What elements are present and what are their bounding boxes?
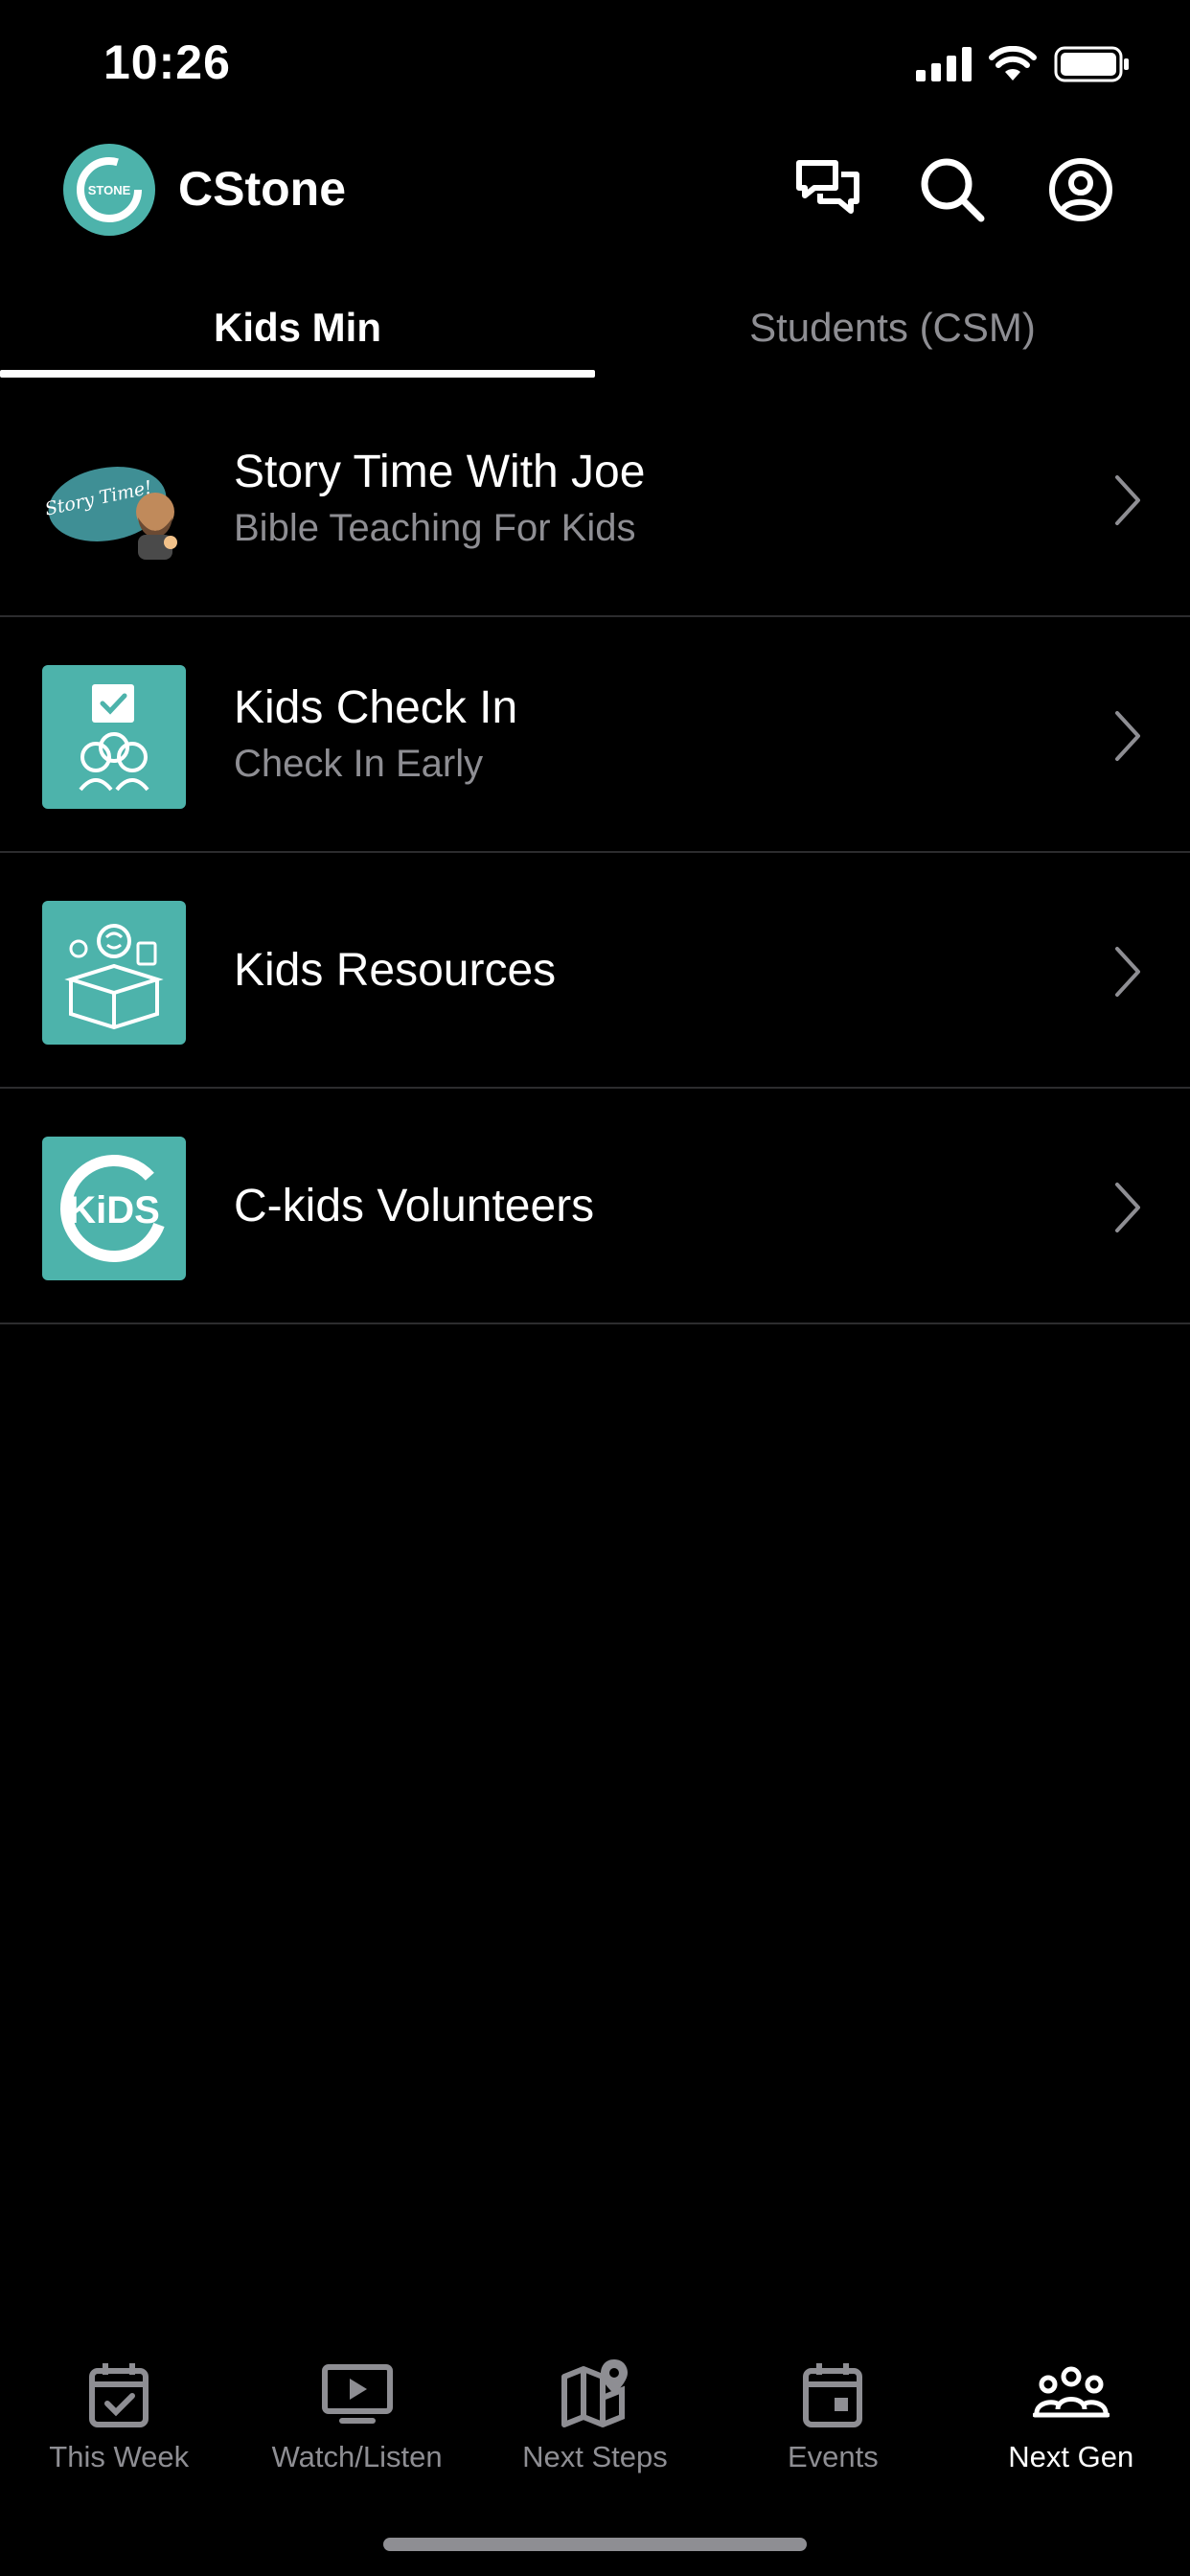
nav-this-week[interactable]: This Week <box>0 2338 238 2492</box>
item-title: Kids Check In <box>234 682 518 733</box>
tv-play-icon <box>321 2364 393 2424</box>
calendar-check-icon <box>89 2363 149 2427</box>
nav-label: Next Steps <box>522 2440 668 2473</box>
profile-icon[interactable] <box>1046 155 1115 224</box>
tab-kids-min[interactable]: Kids Min <box>0 280 595 376</box>
nav-watch-listen[interactable]: Watch/Listen <box>238 2338 475 2492</box>
people-group-icon <box>1032 2366 1110 2418</box>
cellular-signal-icon <box>916 47 972 81</box>
resources-box-icon <box>64 924 164 1030</box>
content-list: Story Time! Story Time With Joe Bible Te… <box>0 381 1190 1324</box>
list-item-c-kids-volunteers[interactable]: KiDS C-kids Volunteers <box>0 1089 1190 1324</box>
calendar-icon <box>803 2363 863 2427</box>
app-title: CStone <box>178 162 346 216</box>
nav-label: Watch/Listen <box>271 2440 443 2473</box>
search-icon[interactable] <box>918 155 987 224</box>
nav-next-steps[interactable]: Next Steps <box>476 2338 714 2492</box>
status-icons <box>916 46 1131 82</box>
tab-students-csm[interactable]: Students (CSM) <box>595 280 1190 376</box>
nav-next-gen[interactable]: Next Gen <box>952 2338 1190 2492</box>
app-header: STONE CStone <box>0 134 1190 249</box>
battery-icon <box>1054 46 1129 82</box>
nav-label: This Week <box>49 2440 190 2473</box>
logo-text: STONE <box>88 183 131 197</box>
item-title: Story Time With Joe <box>234 447 646 497</box>
chevron-right-icon <box>1115 947 1140 997</box>
item-subtitle: Bible Teaching For Kids <box>234 507 636 549</box>
tab-bar: Kids Min Students (CSM) <box>0 280 1190 380</box>
list-item-kids-resources[interactable]: Kids Resources <box>0 853 1190 1089</box>
kids-check-in-icon <box>79 684 149 792</box>
kids-check-in-thumbnail <box>42 665 186 809</box>
c-kids-logo-icon: KiDS <box>60 1155 168 1262</box>
list-item-story-time[interactable]: Story Time! Story Time With Joe Bible Te… <box>0 381 1190 617</box>
status-time: 10:26 <box>103 35 231 89</box>
c-kids-thumb-text: KiDS <box>68 1189 160 1231</box>
status-bar: 10:26 <box>0 0 1190 129</box>
active-tab-indicator <box>0 370 595 378</box>
story-time-image-icon: Story Time! <box>43 467 177 560</box>
chevron-right-icon <box>1115 711 1140 761</box>
bottom-tab-bar: This Week Watch/Listen Next Steps Events <box>0 2338 1190 2492</box>
item-subtitle: Check In Early <box>234 743 484 785</box>
chat-bubbles-icon[interactable] <box>793 155 862 224</box>
story-time-thumbnail: Story Time! <box>42 429 186 573</box>
home-indicator[interactable] <box>383 2538 807 2551</box>
chevron-right-icon <box>1115 1183 1140 1232</box>
list-item-kids-check-in[interactable]: Kids Check In Check In Early <box>0 617 1190 853</box>
nav-label: Events <box>787 2440 879 2473</box>
app-logo[interactable]: STONE <box>63 144 155 236</box>
nav-events[interactable]: Events <box>714 2338 951 2492</box>
item-title: Kids Resources <box>234 945 557 996</box>
wifi-icon <box>989 46 1037 80</box>
kids-resources-thumbnail <box>42 901 186 1045</box>
cstone-logo-icon: STONE <box>77 157 142 222</box>
nav-label: Next Gen <box>1008 2440 1134 2473</box>
chevron-right-icon <box>1115 475 1140 525</box>
map-pin-icon <box>561 2359 628 2427</box>
c-kids-thumbnail: KiDS <box>42 1137 186 1280</box>
item-title: C-kids Volunteers <box>234 1181 595 1231</box>
